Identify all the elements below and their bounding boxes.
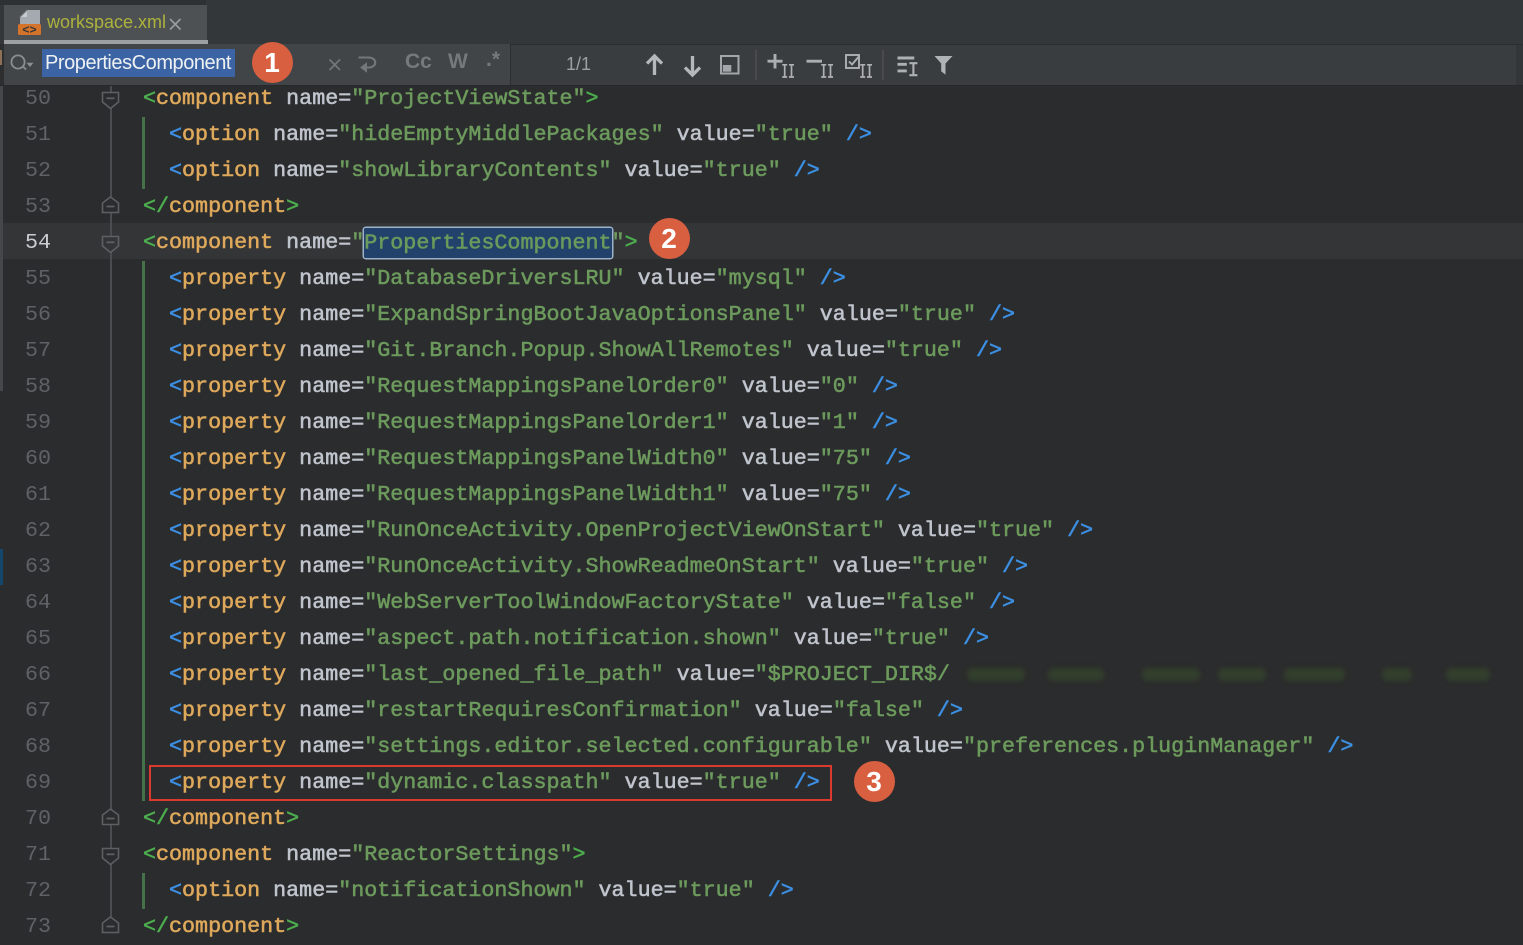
svg-text:<>: <> — [22, 24, 36, 37]
